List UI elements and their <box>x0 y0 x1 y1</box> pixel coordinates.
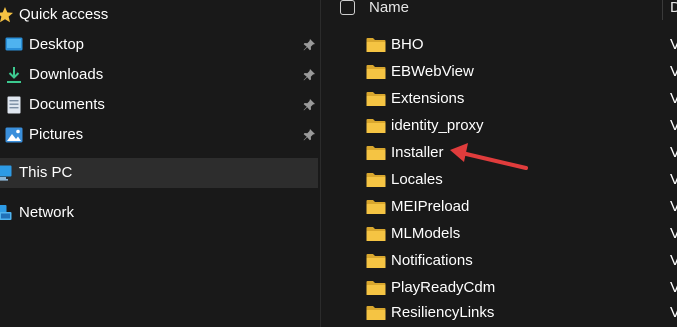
file-name: Extensions <box>391 90 465 107</box>
column-header: Name D <box>321 0 677 26</box>
file-row[interactable]: MLModels V <box>321 221 677 248</box>
download-icon <box>7 67 21 83</box>
pin-icon[interactable] <box>302 68 316 82</box>
nav-item-documents[interactable]: Documents <box>0 90 318 120</box>
column-header-name[interactable]: Name <box>369 0 409 16</box>
folder-icon <box>366 281 386 295</box>
nav-item-downloads[interactable]: Downloads <box>0 60 318 90</box>
file-name: BHO <box>391 36 424 53</box>
folder-icon <box>366 173 386 187</box>
file-date: V <box>670 279 677 296</box>
folder-icon <box>366 146 386 160</box>
file-explorer-window: Quick access Desktop Downloads Documents… <box>0 0 677 327</box>
file-date: V <box>670 225 677 242</box>
file-name: identity_proxy <box>391 117 484 134</box>
network-icon <box>0 205 12 220</box>
file-date: V <box>670 63 677 80</box>
folder-icon <box>366 65 386 79</box>
file-name: EBWebView <box>391 63 474 80</box>
file-date: V <box>670 252 677 269</box>
folder-icon <box>366 200 386 214</box>
star-icon <box>0 7 13 23</box>
file-row[interactable]: EBWebView V <box>321 59 677 86</box>
file-name: PlayReadyCdm <box>391 279 496 296</box>
column-separator[interactable] <box>662 0 663 20</box>
nav-item-label: Network <box>19 204 75 221</box>
folder-icon <box>366 227 386 241</box>
select-all-checkbox[interactable] <box>340 0 355 15</box>
file-name: ResiliencyLinks <box>391 304 495 321</box>
navigation-pane: Quick access Desktop Downloads Documents… <box>0 0 320 327</box>
file-row[interactable]: identity_proxy V <box>321 113 677 140</box>
nav-item-this-pc[interactable]: This PC <box>0 158 318 188</box>
file-date: V <box>670 171 677 188</box>
nav-item-label: This PC <box>19 164 73 181</box>
pin-icon[interactable] <box>302 38 316 52</box>
file-row[interactable]: Notifications V <box>321 248 677 275</box>
nav-item-network[interactable]: Network <box>0 198 318 228</box>
document-icon <box>7 96 21 114</box>
file-row[interactable]: PlayReadyCdm V <box>321 275 677 302</box>
file-row[interactable]: ResiliencyLinks V <box>321 300 677 327</box>
nav-item-label: Pictures <box>29 126 84 143</box>
nav-item-label: Desktop <box>29 36 85 53</box>
computer-icon <box>0 165 12 181</box>
file-name: Locales <box>391 171 443 188</box>
folder-icon <box>366 119 386 133</box>
desktop-icon <box>5 37 23 51</box>
file-row[interactable]: MEIPreload V <box>321 194 677 221</box>
pictures-icon <box>5 127 23 143</box>
pin-icon[interactable] <box>302 98 316 112</box>
folder-icon <box>366 38 386 52</box>
file-date: V <box>670 90 677 107</box>
folder-icon <box>366 92 386 106</box>
file-date: V <box>670 36 677 53</box>
file-date: V <box>670 198 677 215</box>
nav-item-label: Downloads <box>29 66 104 83</box>
nav-item-quick-access[interactable]: Quick access <box>0 0 318 30</box>
file-name: MLModels <box>391 225 461 242</box>
pin-icon[interactable] <box>302 128 316 142</box>
annotation-arrow-icon <box>450 143 528 170</box>
column-header-date[interactable]: D <box>670 0 677 16</box>
file-date: V <box>670 304 677 321</box>
file-name: MEIPreload <box>391 198 470 215</box>
nav-item-desktop[interactable]: Desktop <box>0 30 318 60</box>
folder-icon <box>366 306 386 320</box>
file-date: V <box>670 117 677 134</box>
file-row[interactable]: Extensions V <box>321 86 677 113</box>
file-name: Installer <box>391 144 444 161</box>
file-date: V <box>670 144 677 161</box>
nav-item-label: Documents <box>29 96 105 113</box>
nav-item-pictures[interactable]: Pictures <box>0 120 318 150</box>
file-name: Notifications <box>391 252 473 269</box>
nav-item-label: Quick access <box>19 6 109 23</box>
folder-icon <box>366 254 386 268</box>
file-row[interactable]: BHO V <box>321 32 677 59</box>
